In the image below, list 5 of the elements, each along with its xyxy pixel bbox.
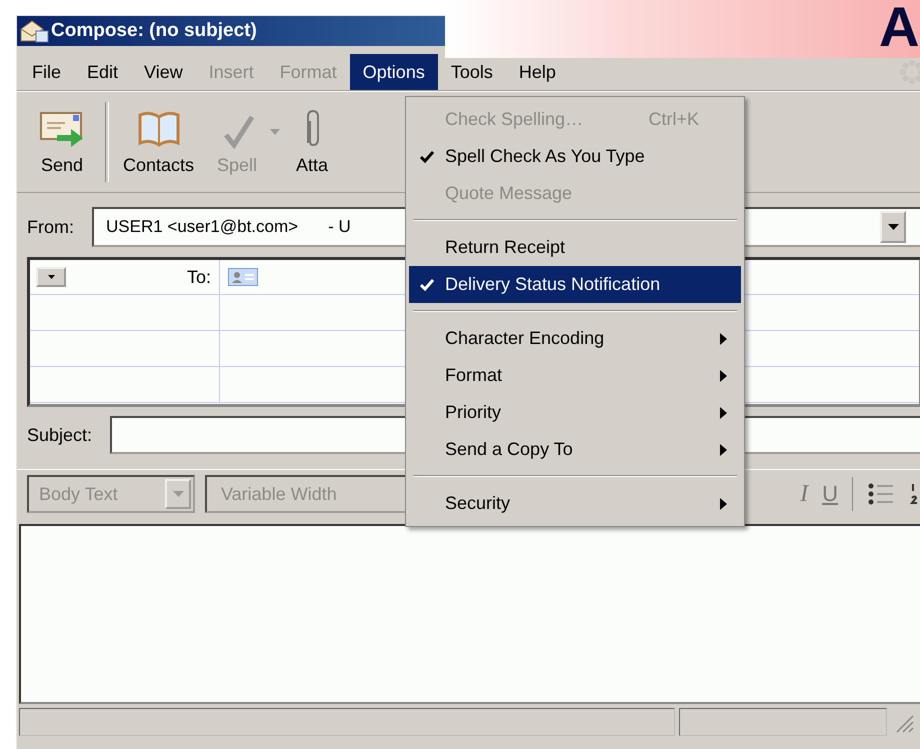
from-label: From: — [27, 216, 74, 238]
to-label: To: — [186, 266, 211, 288]
banner-letter: A — [879, 0, 920, 58]
subject-label: Subject: — [27, 424, 92, 446]
window-title: Compose: (no subject) — [51, 20, 257, 42]
